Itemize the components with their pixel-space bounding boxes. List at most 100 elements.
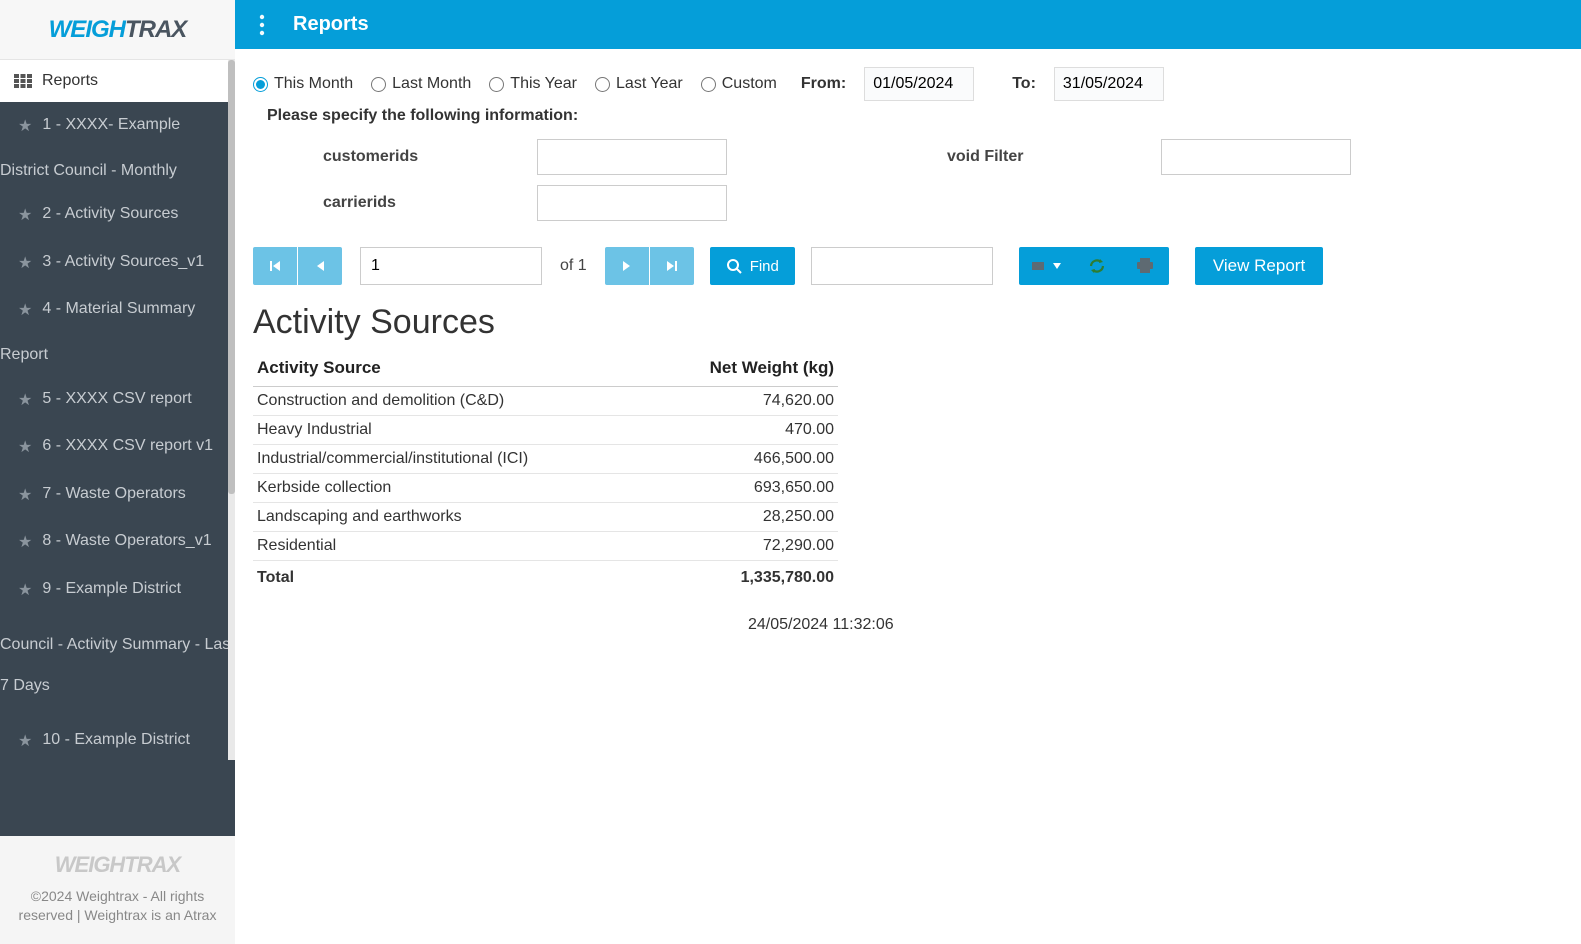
cell-weight: 466,500.00 (650, 445, 838, 474)
sidebar: WEIGHTRAX Reports ★ 1 - XXXX- Example Di… (0, 0, 235, 944)
star-icon: ★ (18, 532, 32, 554)
table-row: Construction and demolition (C&D)74,620.… (253, 387, 838, 416)
table-row: Landscaping and earthworks28,250.00 (253, 503, 838, 532)
star-icon: ★ (18, 580, 32, 602)
sidebar-item-label: 8 - Waste Operators_v1 (42, 530, 211, 552)
range-label: Last Year (616, 75, 683, 93)
radio-last-month[interactable] (371, 77, 386, 92)
param-voidfilter: void Filter (947, 139, 1351, 175)
export-button[interactable] (1019, 247, 1073, 285)
param-label-customerids: customerids (323, 148, 523, 166)
star-icon: ★ (18, 116, 32, 138)
page-of-text: of 1 (560, 257, 587, 275)
sidebar-item-label: 3 - Activity Sources_v1 (42, 251, 204, 273)
range-label: Custom (722, 75, 777, 93)
cell-source: Industrial/commercial/institutional (ICI… (253, 445, 650, 474)
star-icon: ★ (18, 731, 32, 753)
next-page-button[interactable] (605, 247, 649, 285)
sidebar-item-8[interactable]: ★ 8 - Waste Operators_v1 (0, 518, 235, 566)
cell-weight: 693,650.00 (650, 474, 838, 503)
content: This Month Last Month This Year Last Yea… (235, 49, 1581, 944)
nav-reports-label: Reports (42, 72, 98, 90)
star-icon: ★ (18, 253, 32, 275)
table-row: Kerbside collection693,650.00 (253, 474, 838, 503)
param-label-carrierids: carrierids (323, 194, 523, 212)
star-icon: ★ (18, 437, 32, 459)
search-icon (726, 258, 742, 274)
sidebar-item-3[interactable]: ★ 3 - Activity Sources_v1 (0, 239, 235, 287)
specify-text: Please specify the following information… (267, 107, 1573, 125)
sidebar-item-label: 6 - XXXX CSV report v1 (42, 435, 213, 457)
page-number-input[interactable] (360, 247, 542, 285)
sidebar-item-1[interactable]: ★ 1 - XXXX- Example (0, 102, 235, 150)
sidebar-item-4[interactable]: ★ 4 - Material Summary (0, 286, 235, 334)
sidebar-item-6[interactable]: ★ 6 - XXXX CSV report v1 (0, 423, 235, 471)
star-icon: ★ (18, 205, 32, 227)
range-this-month[interactable]: This Month (253, 75, 353, 93)
find-button[interactable]: Find (710, 247, 795, 285)
view-report-button[interactable]: View Report (1195, 247, 1323, 285)
find-label: Find (750, 258, 779, 275)
col-activity-source: Activity Source (253, 352, 650, 387)
reports-icon (14, 74, 32, 88)
last-page-button[interactable] (650, 247, 694, 285)
sidebar-item-10[interactable]: ★ 10 - Example District (0, 717, 235, 765)
cell-source: Heavy Industrial (253, 416, 650, 445)
prev-page-button[interactable] (298, 247, 342, 285)
table-row-total: Total1,335,780.00 (253, 561, 838, 593)
to-date-input[interactable] (1054, 67, 1164, 101)
sidebar-footer: WEIGHTRAX ©2024 Weightrax - All rights r… (0, 836, 235, 944)
customerids-input[interactable] (537, 139, 727, 175)
cell-weight: 470.00 (650, 416, 838, 445)
sidebar-item-4-wrap: Report (0, 334, 235, 376)
main-area: Reports This Month Last Month This Year … (235, 0, 1581, 944)
radio-this-month[interactable] (253, 77, 268, 92)
sidebar-item-9[interactable]: ★ 9 - Example District (0, 566, 235, 614)
nav-scroll[interactable]: Reports ★ 1 - XXXX- Example District Cou… (0, 60, 235, 836)
report-timestamp: 24/05/2024 11:32:06 (253, 616, 1573, 634)
first-page-button[interactable] (253, 247, 297, 285)
cell-source: Landscaping and earthworks (253, 503, 650, 532)
sidebar-item-label: 2 - Activity Sources (42, 203, 178, 225)
range-last-year[interactable]: Last Year (595, 75, 683, 93)
brand-part2: TRAX (125, 16, 186, 43)
footer-line2: reserved | Weightrax is an Atrax (12, 906, 223, 926)
sidebar-item-5[interactable]: ★ 5 - XXXX CSV report (0, 376, 235, 424)
kebab-menu-icon[interactable] (259, 14, 265, 36)
range-label: This Year (510, 75, 577, 93)
brand-part1: WEIGH (49, 16, 125, 43)
report-table: Activity Source Net Weight (kg) Construc… (253, 352, 838, 592)
to-label: To: (1012, 75, 1036, 93)
sidebar-item-2[interactable]: ★ 2 - Activity Sources (0, 191, 235, 239)
refresh-button[interactable] (1073, 247, 1121, 285)
sidebar-scrollbar-thumb[interactable] (228, 60, 235, 494)
param-carrierids: carrierids (323, 185, 727, 221)
footer-logo-1: WEIGH (55, 852, 125, 877)
radio-last-year[interactable] (595, 77, 610, 92)
param-customerids: customerids (323, 139, 727, 175)
cell-weight: 72,290.00 (650, 532, 838, 561)
page-title: Reports (293, 13, 369, 36)
range-this-year[interactable]: This Year (489, 75, 577, 93)
sidebar-scrollbar[interactable] (228, 60, 235, 760)
print-button[interactable] (1121, 247, 1169, 285)
voidfilter-input[interactable] (1161, 139, 1351, 175)
footer-logo-2: TRAX (124, 852, 180, 877)
sidebar-item-9-wrap: Council - Activity Summary - Last 7 Days (0, 614, 235, 717)
cell-weight: 28,250.00 (650, 503, 838, 532)
radio-this-year[interactable] (489, 77, 504, 92)
report-title: Activity Sources (253, 303, 1573, 342)
footer-line1: ©2024 Weightrax - All rights (12, 887, 223, 907)
range-custom[interactable]: Custom (701, 75, 777, 93)
topbar: Reports (235, 0, 1581, 49)
range-last-month[interactable]: Last Month (371, 75, 471, 93)
cell-source: Kerbside collection (253, 474, 650, 503)
sidebar-item-label: 1 - XXXX- Example (42, 114, 180, 136)
sidebar-item-7[interactable]: ★ 7 - Waste Operators (0, 471, 235, 519)
from-date-input[interactable] (864, 67, 974, 101)
carrierids-input[interactable] (537, 185, 727, 221)
nav-reports[interactable]: Reports (0, 60, 235, 102)
brand-logo: WEIGHTRAX (0, 0, 235, 60)
radio-custom[interactable] (701, 77, 716, 92)
find-input[interactable] (811, 247, 993, 285)
